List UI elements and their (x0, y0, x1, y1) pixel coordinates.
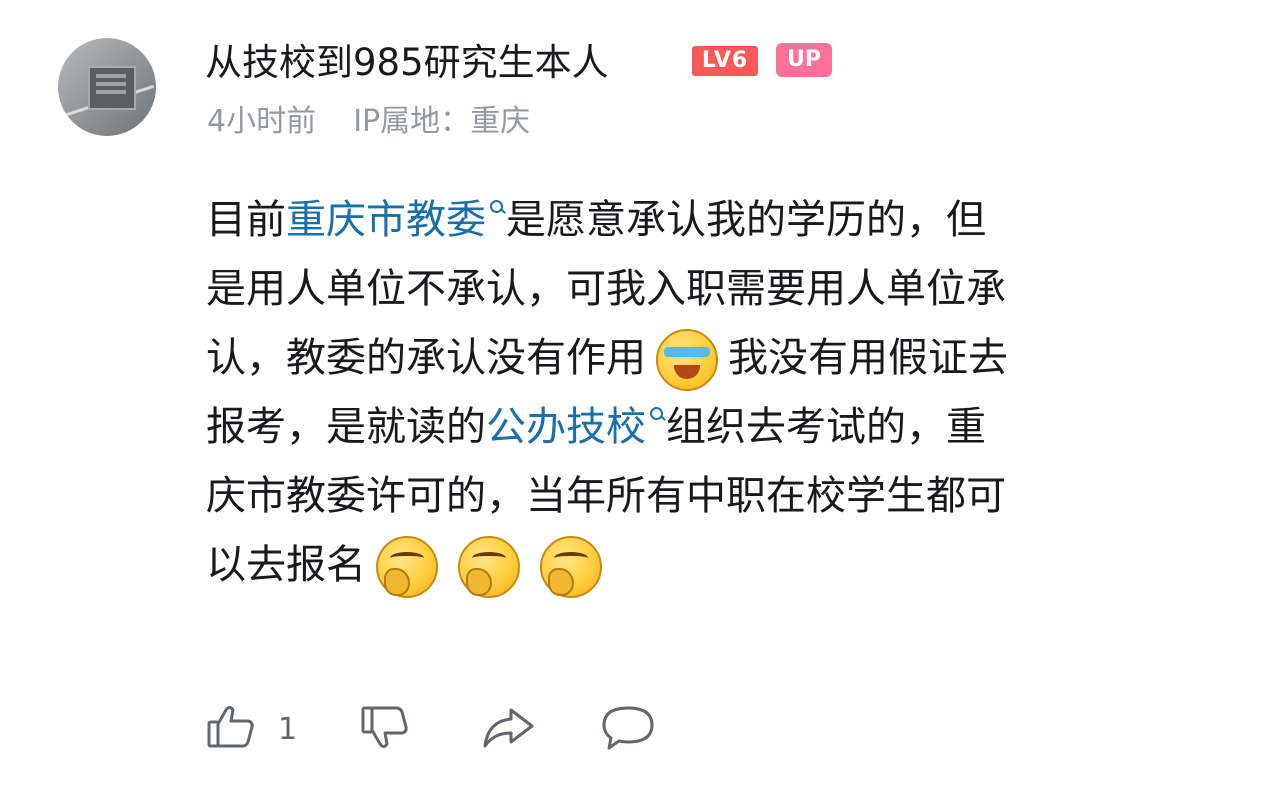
avatar-panel (88, 66, 136, 110)
laugh-emoji (458, 536, 520, 598)
comment-line: 庆市教委许可的，当年所有中职在校学生都可 (206, 473, 1006, 519)
cry-laugh-emoji (656, 329, 718, 391)
share-icon (483, 708, 534, 748)
like-button[interactable] (206, 702, 256, 752)
text-segment: 认，教委的承认没有作用 (206, 335, 646, 381)
dislike-button[interactable] (360, 702, 410, 752)
search-icon (648, 405, 666, 423)
text-segment: 以去报名 (206, 542, 366, 588)
comment-line: 认，教委的承认没有作用 我没有用假证去 (206, 324, 1226, 393)
username[interactable]: 从技校到985研究生本人 (205, 40, 609, 86)
avatar[interactable] (58, 38, 156, 136)
ip-location: IP属地：重庆 (353, 104, 531, 139)
up-badge: UP (776, 43, 832, 77)
comment-line: 是用人单位不承认，可我入职需要用人单位承 (206, 266, 1006, 312)
reply-button[interactable] (600, 702, 656, 752)
laugh-emoji (540, 536, 602, 598)
text-segment: 报考，是就读的 (206, 404, 486, 450)
comment-meta: 4小时前 IP属地：重庆 (207, 102, 530, 142)
thumbs-up-icon (207, 706, 254, 748)
text-segment: 组织去考试的，重 (666, 404, 986, 450)
comment-text: 目前重庆市教委 是愿意承认我的学历的，但 是用人单位不承认，可我入职需要用人单位承… (206, 186, 1226, 600)
comment-time: 4小时前 (207, 104, 317, 139)
thumbs-down-icon (361, 706, 408, 748)
keyword-link[interactable]: 重庆市教委 (286, 197, 506, 243)
level-badge: LV6 (692, 46, 758, 76)
text-segment: 是愿意承认我的学历的，但 (506, 197, 986, 243)
comment-line: 以去报名 (206, 531, 1226, 600)
comment-bubble-icon (602, 706, 654, 750)
keyword-link[interactable]: 公办技校 (486, 404, 666, 450)
comment-line: 目前重庆市教委 是愿意承认我的学历的，但 (206, 186, 1226, 255)
like-count: 1 (278, 712, 298, 747)
text-segment: 我没有用假证去 (728, 335, 1008, 381)
comment-line: 报考，是就读的公办技校 组织去考试的，重 (206, 393, 1226, 462)
share-button[interactable] (480, 702, 536, 752)
search-icon (488, 198, 506, 216)
text-segment: 目前 (206, 197, 286, 243)
laugh-emoji (376, 536, 438, 598)
